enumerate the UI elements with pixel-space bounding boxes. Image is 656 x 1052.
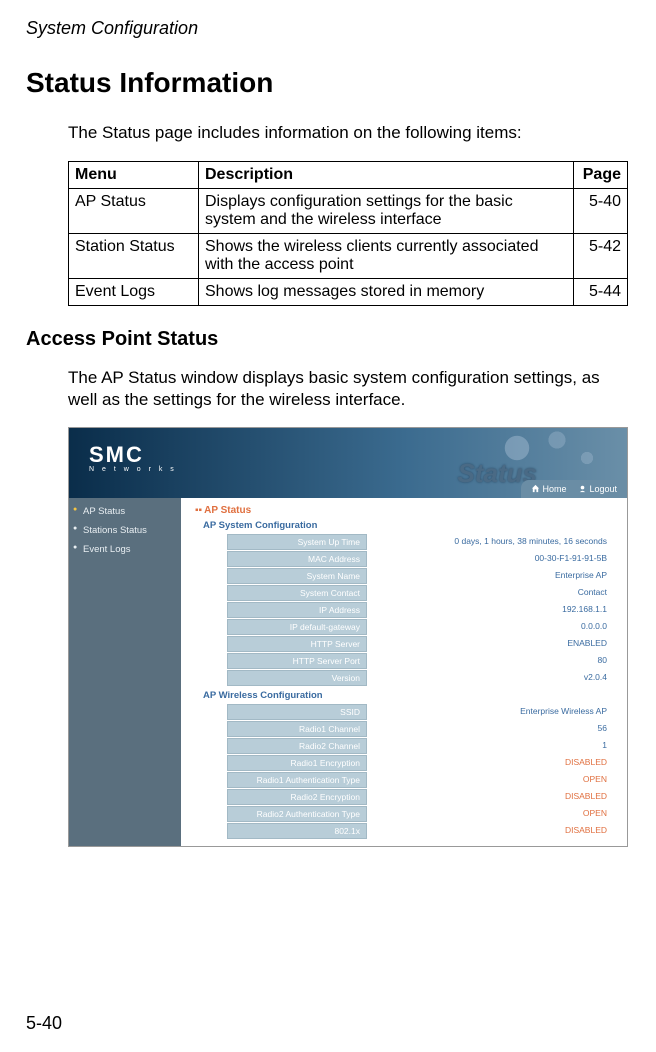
- config-row: Versionv2.0.4: [227, 670, 613, 686]
- config-label: MAC Address: [227, 551, 367, 567]
- config-row: Radio2 EncryptionDISABLED: [227, 789, 613, 805]
- page-title-h1: Status Information: [26, 67, 630, 99]
- config-row: HTTP Server Port80: [227, 653, 613, 669]
- config-row: SSIDEnterprise Wireless AP: [227, 704, 613, 720]
- config-value: 1: [367, 738, 613, 754]
- config-row: System ContactContact: [227, 585, 613, 601]
- cell-desc: Displays configuration settings for the …: [199, 189, 574, 234]
- config-label: System Contact: [227, 585, 367, 601]
- config-label: Radio1 Encryption: [227, 755, 367, 771]
- section-rows-system: System Up Time0 days, 1 hours, 38 minute…: [195, 534, 613, 686]
- app-header: SMC N e t w o r k s Status Home Logout: [69, 428, 627, 498]
- config-value: 80: [367, 653, 613, 669]
- config-label: System Up Time: [227, 534, 367, 550]
- config-row: System Up Time0 days, 1 hours, 38 minute…: [227, 534, 613, 550]
- config-value: DISABLED: [367, 755, 613, 771]
- logout-icon: [578, 484, 587, 493]
- config-row: Radio2 Authentication TypeOPEN: [227, 806, 613, 822]
- table-row: Event Logs Shows log messages stored in …: [69, 279, 628, 306]
- cell-menu: AP Status: [69, 189, 199, 234]
- config-value: DISABLED: [367, 823, 613, 839]
- config-label: Radio2 Authentication Type: [227, 806, 367, 822]
- body-paragraph: The AP Status window displays basic syst…: [68, 367, 630, 411]
- home-link[interactable]: Home: [531, 484, 566, 494]
- config-row: Radio1 EncryptionDISABLED: [227, 755, 613, 771]
- config-label: System Name: [227, 568, 367, 584]
- section-rows-wireless: SSIDEnterprise Wireless APRadio1 Channel…: [195, 704, 613, 839]
- config-value: OPEN: [367, 772, 613, 788]
- page-number: 5-40: [26, 1013, 62, 1034]
- cell-menu: Station Status: [69, 234, 199, 279]
- section-header: AP System Configuration: [203, 520, 613, 531]
- config-value: Contact: [367, 585, 613, 601]
- config-label: Radio1 Authentication Type: [227, 772, 367, 788]
- th-menu: Menu: [69, 162, 199, 189]
- config-value: 56: [367, 721, 613, 737]
- config-row: Radio2 Channel1: [227, 738, 613, 754]
- th-page: Page: [574, 162, 628, 189]
- cell-menu: Event Logs: [69, 279, 199, 306]
- config-value: v2.0.4: [367, 670, 613, 686]
- config-value: OPEN: [367, 806, 613, 822]
- config-label: Radio1 Channel: [227, 721, 367, 737]
- config-value: 0 days, 1 hours, 38 minutes, 16 seconds: [367, 534, 613, 550]
- sidebar-item-event-logs[interactable]: Event Logs: [69, 540, 181, 559]
- config-label: 802.1x: [227, 823, 367, 839]
- table-row: Station Status Shows the wireless client…: [69, 234, 628, 279]
- logout-link[interactable]: Logout: [578, 484, 617, 494]
- config-row: Radio1 Channel56: [227, 721, 613, 737]
- document-header: System Configuration: [26, 18, 630, 39]
- top-nav: Home Logout: [521, 480, 627, 498]
- config-row: Radio1 Authentication TypeOPEN: [227, 772, 613, 788]
- config-value: Enterprise AP: [367, 568, 613, 584]
- home-label: Home: [542, 484, 566, 494]
- menu-table: Menu Description Page AP Status Displays…: [68, 161, 628, 306]
- config-value: DISABLED: [367, 789, 613, 805]
- config-value: ENABLED: [367, 636, 613, 652]
- logo-sub: N e t w o r k s: [89, 466, 177, 473]
- config-label: Radio2 Channel: [227, 738, 367, 754]
- config-row: System NameEnterprise AP: [227, 568, 613, 584]
- logo: SMC N e t w o r k s: [89, 442, 177, 473]
- panel-title: ▪▪AP Status: [195, 505, 613, 516]
- cell-page: 5-42: [574, 234, 628, 279]
- config-label: SSID: [227, 704, 367, 720]
- cell-desc: Shows log messages stored in memory: [199, 279, 574, 306]
- sidebar: AP Status Stations Status Event Logs: [69, 498, 181, 846]
- config-label: IP Address: [227, 602, 367, 618]
- cell-page: 5-44: [574, 279, 628, 306]
- cell-page: 5-40: [574, 189, 628, 234]
- config-row: IP default-gateway0.0.0.0: [227, 619, 613, 635]
- config-row: IP Address192.168.1.1: [227, 602, 613, 618]
- home-icon: [531, 484, 540, 493]
- panel-title-text: AP Status: [204, 505, 251, 516]
- sidebar-item-ap-status[interactable]: AP Status: [69, 502, 181, 521]
- bullet-icon: ▪▪: [195, 505, 202, 516]
- config-label: Version: [227, 670, 367, 686]
- config-value: Enterprise Wireless AP: [367, 704, 613, 720]
- app-body: AP Status Stations Status Event Logs ▪▪A…: [69, 498, 627, 846]
- logo-brand: SMC: [89, 442, 177, 468]
- config-label: Radio2 Encryption: [227, 789, 367, 805]
- th-desc: Description: [199, 162, 574, 189]
- config-label: HTTP Server: [227, 636, 367, 652]
- logout-label: Logout: [589, 484, 617, 494]
- config-value: 192.168.1.1: [367, 602, 613, 618]
- main-panel: ▪▪AP Status AP System Configuration Syst…: [181, 498, 627, 846]
- section-header: AP Wireless Configuration: [203, 690, 613, 701]
- table-row: AP Status Displays configuration setting…: [69, 189, 628, 234]
- cell-desc: Shows the wireless clients currently ass…: [199, 234, 574, 279]
- config-label: HTTP Server Port: [227, 653, 367, 669]
- section-title-h2: Access Point Status: [26, 328, 630, 351]
- sidebar-item-stations-status[interactable]: Stations Status: [69, 521, 181, 540]
- config-row: HTTP ServerENABLED: [227, 636, 613, 652]
- screenshot-ap-status: SMC N e t w o r k s Status Home Logout A…: [68, 427, 628, 847]
- intro-text: The Status page includes information on …: [68, 123, 630, 143]
- config-row: 802.1xDISABLED: [227, 823, 613, 839]
- config-value: 00-30-F1-91-91-5B: [367, 551, 613, 567]
- config-value: 0.0.0.0: [367, 619, 613, 635]
- config-row: MAC Address00-30-F1-91-91-5B: [227, 551, 613, 567]
- config-label: IP default-gateway: [227, 619, 367, 635]
